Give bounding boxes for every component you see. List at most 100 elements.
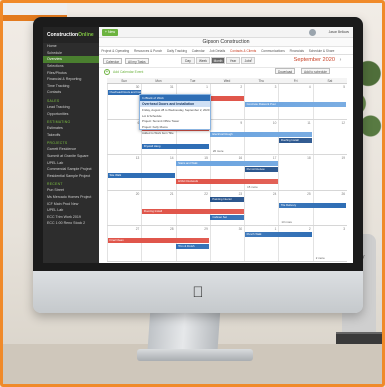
user-name[interactable]: Jason Bellows bbox=[317, 29, 349, 36]
day-number: 30 bbox=[238, 227, 243, 231]
view-button[interactable]: Year bbox=[226, 57, 240, 64]
calendar-event[interactable]: Drywall Hang bbox=[141, 143, 210, 149]
calendar-event[interactable]: Electrical Rough bbox=[210, 131, 313, 137]
sidebar-item[interactable]: Time Tracking bbox=[43, 83, 99, 90]
sidebar-item[interactable]: Residential Sample Project bbox=[43, 173, 99, 180]
sidebar-item[interactable]: Home bbox=[43, 43, 99, 50]
sidebar-item[interactable]: Selections bbox=[43, 63, 99, 70]
sidebar-group-recent: RECENT bbox=[47, 182, 63, 187]
event-popup[interactable]: In Block of Work Overhead Doors and Inst… bbox=[139, 94, 211, 135]
calendar-event[interactable]: Painting Interior bbox=[210, 196, 244, 202]
tab[interactable]: Project & Operating bbox=[99, 47, 132, 54]
calendar-day-cell[interactable]: 26 bbox=[312, 190, 347, 225]
calendar-event[interactable]: Overhead Doors and Installation bbox=[107, 90, 141, 95]
sidebar-item[interactable]: Overview bbox=[43, 56, 99, 63]
sidebar-item[interactable]: UPEL Lab bbox=[43, 207, 99, 214]
calendar-day-cell[interactable]: 28 bbox=[141, 226, 175, 261]
calendar-day-cell[interactable]: 10 bbox=[244, 119, 278, 154]
calendar-day-cell[interactable]: 30 bbox=[209, 226, 244, 261]
calendar-event[interactable]: Site Walk bbox=[107, 173, 176, 178]
weekday-label: Sat bbox=[327, 79, 333, 83]
new-button[interactable]: + New bbox=[102, 29, 118, 36]
calendar-day-cell[interactable]: 20 bbox=[107, 190, 141, 225]
calendar-day-cell[interactable]: 18 bbox=[278, 155, 312, 190]
calendar-event[interactable]: Roofing Install bbox=[278, 137, 313, 143]
calendar-select[interactable]: Calendar bbox=[103, 58, 122, 64]
calendar-event[interactable]: Trim & Finish bbox=[176, 244, 210, 249]
add-event-bar: + Add Calendar Event Download Add to sch… bbox=[99, 68, 353, 76]
calendar-event[interactable]: Flooring Install bbox=[141, 208, 244, 214]
sidebar-item[interactable]: Summit at Granite Square bbox=[43, 153, 99, 160]
download-button[interactable]: Download bbox=[275, 68, 296, 74]
calendar-event[interactable]: Permit Review bbox=[244, 167, 278, 172]
sidebar-item[interactable]: ECC Trim Work 2019 bbox=[43, 213, 99, 220]
tab[interactable]: Financials bbox=[287, 47, 306, 54]
sidebar-item[interactable]: Takeoffs bbox=[43, 132, 99, 139]
tab[interactable]: Schedule & Share bbox=[306, 47, 336, 54]
sidebar-item[interactable]: Estimates bbox=[43, 125, 99, 132]
calendar-event[interactable]: HVAC Ductwork bbox=[176, 179, 278, 184]
sidebar-item[interactable]: ICF Main Prod New bbox=[43, 200, 99, 207]
popup-footer: Added to Work Item Title bbox=[142, 130, 174, 135]
sidebar-item[interactable]: Files/Photos bbox=[43, 69, 99, 76]
calendar-event[interactable]: Stairs and Walk bbox=[176, 161, 278, 166]
photo-frame: ANV  ConstructionOnline HomeScheduleOve… bbox=[0, 0, 385, 387]
view-button[interactable]: Week bbox=[196, 57, 210, 64]
calendar-day-cell[interactable]: 12 bbox=[312, 119, 347, 154]
sidebar-item[interactable]: UPEL Lab bbox=[43, 159, 99, 166]
day-number: 1 bbox=[274, 227, 277, 231]
sidebar-item[interactable]: Garrett Residence bbox=[43, 146, 99, 153]
add-to-schedule-button[interactable]: Add to schedule bbox=[301, 68, 330, 74]
calendar-week-row: 20 21 22 23 24 25 26 Painting Interior Tile Deli… bbox=[107, 190, 347, 226]
weekday-label: Thu bbox=[258, 79, 265, 83]
avatar[interactable] bbox=[309, 29, 316, 36]
calendar-event[interactable]: Cabinet Set bbox=[210, 214, 244, 220]
day-number: 31 bbox=[170, 85, 174, 89]
calendar-event[interactable]: Punch Walk bbox=[244, 232, 313, 237]
tab[interactable]: Daily Tracking bbox=[165, 47, 190, 54]
more-events-link[interactable]: 13 more bbox=[281, 220, 292, 224]
calendar-event[interactable]: Concrete Flatwork Pour bbox=[244, 102, 347, 107]
sidebar-item[interactable]: ECC 1:00 Reno Stock 2 bbox=[43, 220, 99, 227]
day-number: 26 bbox=[341, 191, 345, 196]
calendar-day-cell[interactable]: 19 bbox=[312, 155, 347, 190]
sidebar-group-projects: PROJECTS bbox=[47, 141, 68, 146]
calendar-day-cell[interactable]: 2 bbox=[209, 84, 244, 119]
calendar-day-cell[interactable]: 27 bbox=[107, 226, 141, 261]
tab[interactable]: Job Details bbox=[207, 47, 228, 54]
weekday-label: Wed bbox=[223, 79, 231, 83]
task-filter-select[interactable]: All my Tasks bbox=[125, 58, 149, 64]
tab[interactable]: Contacts & Clients bbox=[228, 47, 259, 54]
more-events-link[interactable]: 2 more bbox=[316, 256, 325, 260]
calendar-event[interactable]: Final Clean bbox=[107, 238, 210, 243]
more-events-link[interactable]: 20 more bbox=[213, 149, 224, 153]
next-month-arrow-icon[interactable]: › bbox=[338, 58, 343, 63]
view-button[interactable]: Day bbox=[181, 57, 195, 64]
sidebar-item[interactable]: Financial & Reporting bbox=[43, 76, 99, 83]
company-title: Gipson Construction bbox=[202, 39, 250, 45]
calendar-day-cell[interactable]: 24 bbox=[244, 190, 278, 225]
sidebar-item[interactable]: Pun Street bbox=[43, 187, 99, 194]
sidebar-item[interactable]: Schedule bbox=[43, 50, 99, 57]
add-event-link[interactable]: Add Calendar Event bbox=[113, 70, 143, 74]
day-number: 3 bbox=[343, 227, 345, 231]
calendar-event[interactable]: Tile Delivery bbox=[278, 202, 347, 208]
more-events-link[interactable]: 15 more bbox=[247, 185, 258, 189]
sidebar-item[interactable]: Contacts bbox=[43, 89, 99, 96]
tab[interactable]: Calendar bbox=[189, 47, 207, 54]
day-number: 15 bbox=[204, 156, 208, 160]
view-button[interactable]: Month bbox=[211, 57, 225, 64]
calendar-day-cell[interactable]: 6 bbox=[107, 119, 141, 154]
sidebar-item[interactable]: Ms Mercado Homes Project bbox=[43, 194, 99, 201]
tab[interactable]: Communications bbox=[259, 47, 288, 54]
sidebar-item[interactable]: Lead Tracking bbox=[43, 104, 99, 111]
day-number: 9 bbox=[240, 120, 243, 125]
day-number: 13 bbox=[135, 156, 140, 160]
brand-logo[interactable]: ConstructionOnline bbox=[43, 27, 99, 43]
add-event-icon[interactable]: + bbox=[104, 69, 110, 75]
sidebar-item[interactable]: Commercial Sample Project bbox=[43, 166, 99, 173]
prev-month-arrow-icon[interactable]: ‹ bbox=[249, 58, 254, 63]
sidebar-item[interactable]: Opportunities bbox=[43, 110, 99, 117]
day-number: 14 bbox=[170, 156, 174, 160]
tab[interactable]: Resources & Punch bbox=[132, 47, 165, 54]
